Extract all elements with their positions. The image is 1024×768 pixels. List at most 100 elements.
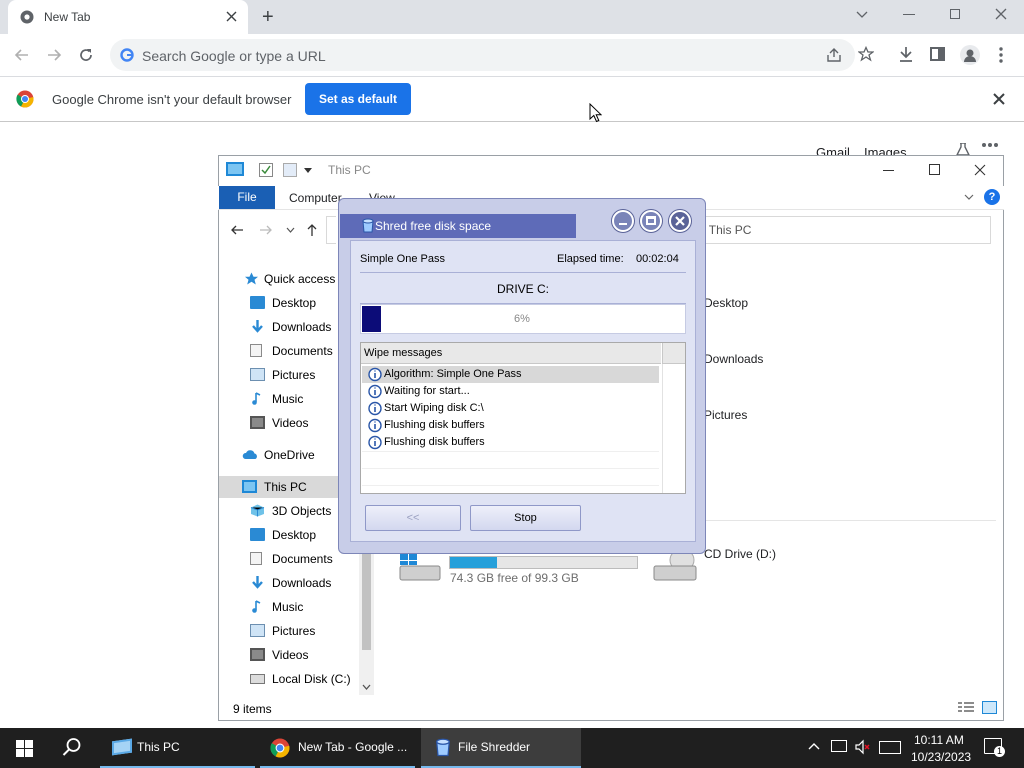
videos-icon xyxy=(250,416,265,429)
taskbar-item-label: This PC xyxy=(137,740,180,754)
taskbar-item-this-pc[interactable]: This PC xyxy=(100,728,255,768)
explorer-minimize-icon[interactable] xyxy=(883,170,894,171)
message-row[interactable]: Flushing disk buffers xyxy=(364,417,660,434)
message-row[interactable]: Waiting for start... xyxy=(364,383,660,400)
message-row[interactable]: Flushing disk buffers xyxy=(364,434,660,451)
explorer-back-icon[interactable] xyxy=(230,223,244,237)
new-tab-button[interactable]: + xyxy=(262,6,274,29)
keyboard-icon[interactable] xyxy=(879,741,901,754)
cd-drive-label[interactable]: CD Drive (D:) xyxy=(704,547,776,561)
clock-time[interactable]: 10:11 AM xyxy=(914,733,964,747)
volume-muted-icon[interactable] xyxy=(855,739,871,755)
tab-new-tab[interactable]: New Tab xyxy=(8,0,248,34)
explorer-forward-icon[interactable] xyxy=(259,223,273,237)
close-tab-icon[interactable] xyxy=(226,11,237,22)
nav-pc-downloads[interactable]: Downloads xyxy=(250,572,358,594)
omnibox[interactable]: Search Google or type a URL xyxy=(110,39,874,71)
ribbon-tab-file[interactable]: File xyxy=(219,186,275,209)
back-icon[interactable] xyxy=(14,47,30,63)
nav-pc-pictures[interactable]: Pictures xyxy=(250,620,358,642)
nav-label: Videos xyxy=(272,648,309,662)
pictures-icon xyxy=(250,624,265,637)
ribbon-expand-icon[interactable] xyxy=(964,194,974,200)
apps-grid-icon[interactable] xyxy=(982,143,998,155)
grid-line xyxy=(362,468,659,469)
nav-label: Downloads xyxy=(272,576,332,590)
labs-flask-icon[interactable] xyxy=(956,143,970,155)
taskbar-item-file-shredder[interactable]: File Shredder xyxy=(421,728,581,768)
shredder-minimize-button[interactable] xyxy=(612,210,634,232)
google-g-icon xyxy=(120,48,134,62)
taskbar-item-chrome[interactable]: New Tab - Google ... xyxy=(260,728,415,768)
forward-icon[interactable] xyxy=(46,47,62,63)
grid-line xyxy=(362,451,659,452)
local-disk-drive-icon[interactable] xyxy=(398,552,442,584)
details-view-icon[interactable] xyxy=(958,702,974,714)
scroll-down-icon[interactable] xyxy=(362,684,371,690)
nav-pc-local-disk[interactable]: Local Disk (C:) xyxy=(250,668,358,690)
explorer-maximize-icon[interactable] xyxy=(929,164,940,175)
tab-search-icon[interactable] xyxy=(856,8,868,20)
folder-pictures-label[interactable]: Pictures xyxy=(704,408,747,422)
message-row[interactable]: Start Wiping disk C:\ xyxy=(364,400,660,417)
drive-c-usage-fill xyxy=(450,557,497,568)
message-row[interactable]: Algorithm: Simple One Pass xyxy=(364,366,660,383)
reload-icon[interactable] xyxy=(78,47,94,63)
wipe-messages-header[interactable]: Wipe messages xyxy=(361,343,661,364)
clock-date[interactable]: 10/23/2023 xyxy=(911,750,971,764)
explorer-close-icon[interactable] xyxy=(974,164,986,176)
chrome-favicon-icon xyxy=(20,10,34,24)
message-text: Start Wiping disk C:\ xyxy=(384,402,484,414)
close-window-icon[interactable] xyxy=(995,8,1007,20)
ribbon-tab-computer[interactable]: Computer xyxy=(289,191,342,205)
show-hidden-icons-chevron-icon[interactable] xyxy=(808,742,820,750)
explorer-search-box[interactable]: rch This PC xyxy=(680,216,991,244)
close-infobar-icon[interactable] xyxy=(993,93,1005,105)
stop-button[interactable]: Stop xyxy=(470,505,581,531)
folder-desktop-label[interactable]: Desktop xyxy=(704,296,748,310)
start-windows-icon[interactable] xyxy=(16,740,33,757)
help-icon[interactable]: ? xyxy=(984,189,1000,205)
side-panel-icon[interactable] xyxy=(930,47,945,61)
large-icons-view-icon[interactable] xyxy=(982,701,997,714)
recent-locations-icon[interactable] xyxy=(286,227,295,233)
shredder-app-icon xyxy=(360,218,376,234)
desktop-icon xyxy=(250,528,265,541)
mouse-cursor-icon xyxy=(589,103,602,123)
documents-icon xyxy=(250,552,262,565)
wipe-progress-text: 6% xyxy=(514,313,530,325)
menu-kebab-icon[interactable] xyxy=(999,47,1003,63)
shredder-close-button[interactable] xyxy=(669,210,691,232)
qat-dropdown-icon[interactable] xyxy=(304,166,312,174)
tab-title: New Tab xyxy=(44,10,91,24)
wipe-messages-header-extra xyxy=(662,343,685,364)
back-button[interactable]: << xyxy=(365,505,461,531)
info-icon xyxy=(366,435,382,450)
set-as-default-button[interactable]: Set as default xyxy=(305,83,411,115)
infobar-text: Google Chrome isn't your default browser xyxy=(52,92,292,107)
share-icon[interactable] xyxy=(826,47,842,63)
network-icon[interactable] xyxy=(831,740,847,752)
new-folder-qat-icon[interactable] xyxy=(283,163,297,177)
nav-label: Music xyxy=(272,600,304,614)
address-bar[interactable] xyxy=(326,216,336,244)
profile-avatar-icon[interactable] xyxy=(960,45,980,65)
nav-label: 3D Objects xyxy=(272,504,332,518)
nav-scrollbar[interactable] xyxy=(359,540,374,695)
divider xyxy=(360,272,686,273)
properties-qat-icon[interactable] xyxy=(259,163,273,177)
shredder-maximize-button[interactable] xyxy=(640,210,662,232)
nav-label: Local Disk (C:) xyxy=(272,672,351,686)
minimize-icon[interactable] xyxy=(903,14,915,15)
up-folder-icon[interactable] xyxy=(305,223,319,237)
nav-pc-music[interactable]: Music xyxy=(250,596,358,618)
search-icon[interactable] xyxy=(62,737,82,757)
restore-icon[interactable] xyxy=(950,9,960,19)
notification-center-icon[interactable]: 1 xyxy=(984,738,1005,757)
nav-pc-videos[interactable]: Videos xyxy=(250,644,358,666)
folder-downloads-label[interactable]: Downloads xyxy=(704,352,763,366)
computer-icon xyxy=(242,480,257,493)
download-icon[interactable] xyxy=(898,46,914,62)
cloud-icon xyxy=(242,448,257,461)
bookmark-star-icon[interactable] xyxy=(858,46,874,62)
